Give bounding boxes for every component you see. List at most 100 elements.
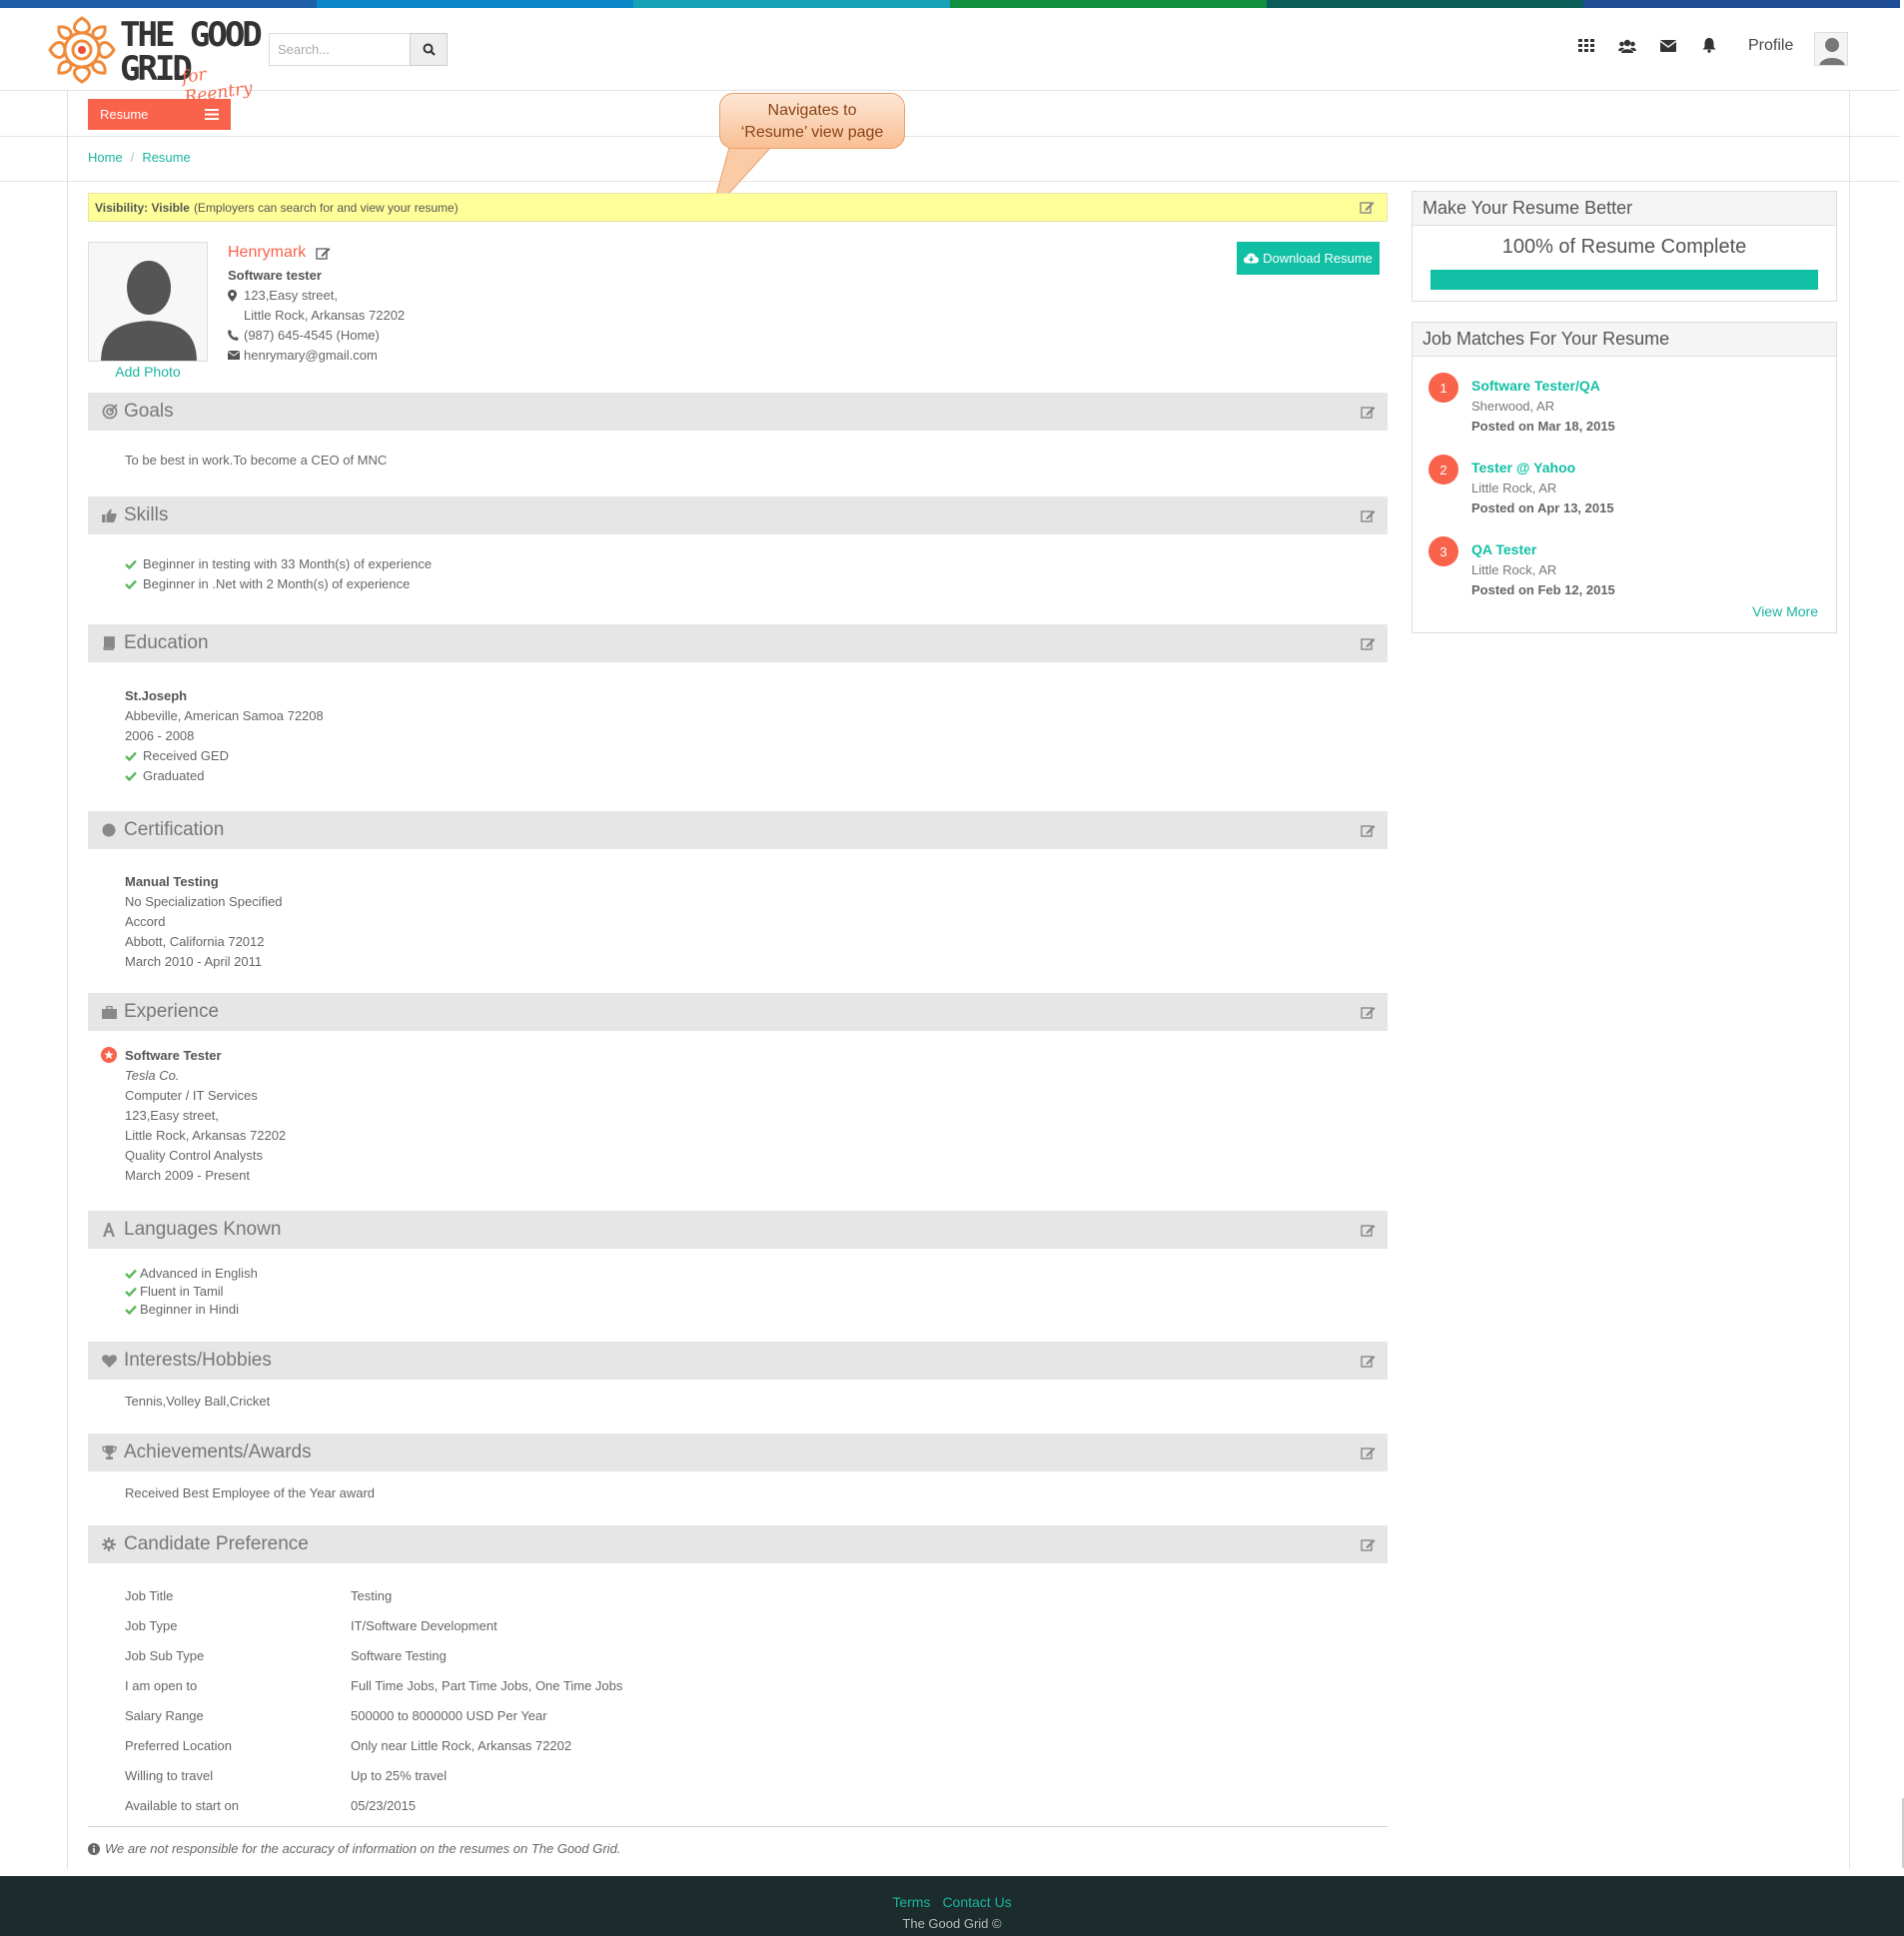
breadcrumb-home[interactable]: Home xyxy=(88,150,123,165)
section-header-experience: Experience xyxy=(88,993,1388,1031)
edit-preference-icon[interactable] xyxy=(1361,1537,1376,1552)
education-item: Graduated xyxy=(125,768,204,783)
current-job-star-icon xyxy=(101,1047,117,1063)
edit-education-icon[interactable] xyxy=(1361,636,1376,651)
stripe-segment xyxy=(1583,0,1900,8)
match-job-link[interactable]: Software Tester/QA xyxy=(1471,378,1600,394)
skill-text: Beginner in .Net with 2 Month(s) of expe… xyxy=(143,576,411,591)
page-frame-left xyxy=(67,91,68,1869)
phone-icon xyxy=(228,330,239,341)
pref-label: Salary Range xyxy=(125,1708,204,1723)
profile-name-text: Henrymark xyxy=(228,244,307,261)
edit-goals-icon[interactable] xyxy=(1361,405,1376,420)
book-icon xyxy=(103,636,115,650)
goals-text: To be best in work.To become a CEO of MN… xyxy=(125,453,388,468)
copyright: The Good Grid © xyxy=(902,1916,1002,1931)
edit-certification-icon[interactable] xyxy=(1361,823,1376,838)
edit-interests-icon[interactable] xyxy=(1361,1354,1376,1369)
breadcrumb: Home / Resume xyxy=(88,150,191,165)
experience-address-2: Little Rock, Arkansas 72202 xyxy=(125,1128,287,1143)
section-header-education: Education xyxy=(88,624,1388,662)
edit-achievements-icon[interactable] xyxy=(1361,1446,1376,1460)
edit-languages-icon[interactable] xyxy=(1361,1223,1376,1238)
edit-skills-icon[interactable] xyxy=(1361,508,1376,523)
disclaimer-text: We are not responsible for the accuracy … xyxy=(105,1841,621,1856)
profile-link[interactable]: Profile xyxy=(1748,37,1793,55)
section-title: Skills xyxy=(124,504,169,525)
pref-value: 05/23/2015 xyxy=(351,1798,417,1813)
resume-completeness-panel: Make Your Resume Better 100% of Resume C… xyxy=(1412,191,1837,302)
hamburger-icon xyxy=(205,109,219,120)
match-rank-badge: 1 xyxy=(1428,373,1458,403)
bullseye-icon xyxy=(102,404,118,420)
callout-line-1: Navigates to xyxy=(767,102,857,119)
section-header-goals: Goals xyxy=(88,393,1388,431)
search-bar xyxy=(269,33,448,66)
resume-menu-label: Resume xyxy=(100,107,149,122)
profile-name: Henrymark xyxy=(228,244,332,262)
footer-links: Terms Contact Us xyxy=(0,1876,1904,1910)
cloud-download-icon xyxy=(1244,253,1260,264)
section-header-skills: Skills xyxy=(88,496,1388,534)
pref-label: I am open to xyxy=(125,1678,198,1693)
section-header-certification: Certification xyxy=(88,811,1388,849)
match-job-link[interactable]: QA Tester xyxy=(1471,541,1536,557)
search-button[interactable] xyxy=(410,33,448,66)
logo[interactable]: THE GOOD GRID for Reentry xyxy=(48,12,268,108)
section-header-interests: Interests/Hobbies xyxy=(88,1342,1388,1380)
panel-title: Job Matches For Your Resume xyxy=(1413,323,1836,357)
search-input[interactable] xyxy=(269,33,410,66)
info-circle-icon xyxy=(88,1842,100,1855)
pref-value: Up to 25% travel xyxy=(351,1768,448,1783)
map-marker-icon xyxy=(228,289,237,302)
edit-name-icon[interactable] xyxy=(316,246,332,261)
education-item-text: Received GED xyxy=(143,748,229,763)
pref-value: 500000 to 8000000 USD Per Year xyxy=(351,1708,547,1723)
apps-grid-icon[interactable] xyxy=(1576,36,1595,55)
breadcrumb-resume[interactable]: Resume xyxy=(142,150,190,165)
check-icon xyxy=(125,771,137,781)
logo-wordmark: THE GOOD xyxy=(120,15,263,55)
profile-email: henrymary@gmail.com xyxy=(228,348,378,363)
skill-text: Beginner in testing with 33 Month(s) of … xyxy=(143,556,433,571)
resume-menu-button[interactable]: Resume xyxy=(88,99,231,130)
add-photo-link[interactable]: Add Photo xyxy=(88,364,208,380)
font-icon xyxy=(103,1223,115,1237)
completeness-label: 100% of Resume Complete xyxy=(1501,236,1747,258)
section-title: Languages Known xyxy=(124,1219,282,1240)
profile-address: 123,Easy street, xyxy=(228,288,338,303)
pref-value: Only near Little Rock, Arkansas 72202 xyxy=(351,1738,572,1753)
completeness-progress-bar xyxy=(1430,270,1818,290)
pref-value: Software Testing xyxy=(351,1648,447,1663)
experience-company: Tesla Co. xyxy=(125,1068,180,1083)
language-text: Beginner in Hindi xyxy=(140,1302,240,1317)
edit-experience-icon[interactable] xyxy=(1361,1005,1376,1020)
avatar[interactable] xyxy=(1814,32,1848,66)
section-header-languages: Languages Known xyxy=(88,1211,1388,1249)
top-color-stripe xyxy=(0,0,1900,8)
pref-label: Job Type xyxy=(125,1618,178,1633)
view-more-link[interactable]: View More xyxy=(1752,603,1818,619)
match-job-link[interactable]: Tester @ Yahoo xyxy=(1471,460,1575,476)
certification-location: Abbott, California 72012 xyxy=(125,934,265,949)
gear-icon xyxy=(102,1537,116,1551)
pref-value: Full Time Jobs, Part Time Jobs, One Time… xyxy=(351,1678,623,1693)
divider xyxy=(0,136,1900,137)
match-location: Little Rock, AR xyxy=(1471,481,1557,495)
header-nav: Profile xyxy=(1576,36,1793,55)
edit-icon[interactable] xyxy=(1360,200,1375,215)
download-resume-button[interactable]: Download Resume xyxy=(1237,242,1380,275)
download-resume-label: Download Resume xyxy=(1263,251,1373,266)
mail-icon[interactable] xyxy=(1658,36,1677,55)
language-text: Advanced in English xyxy=(140,1266,258,1281)
terms-link[interactable]: Terms xyxy=(892,1894,930,1910)
interests-text: Tennis,Volley Ball,Cricket xyxy=(125,1394,271,1409)
section-title: Interests/Hobbies xyxy=(124,1350,272,1371)
bell-icon[interactable] xyxy=(1699,36,1718,55)
breadcrumb-separator: / xyxy=(130,150,135,165)
certification-specialization: No Specialization Specified xyxy=(125,894,283,909)
section-title: Goals xyxy=(124,401,174,422)
contact-us-link[interactable]: Contact Us xyxy=(942,1894,1011,1910)
users-icon[interactable] xyxy=(1617,36,1636,55)
section-header-achievements: Achievements/Awards xyxy=(88,1434,1388,1471)
